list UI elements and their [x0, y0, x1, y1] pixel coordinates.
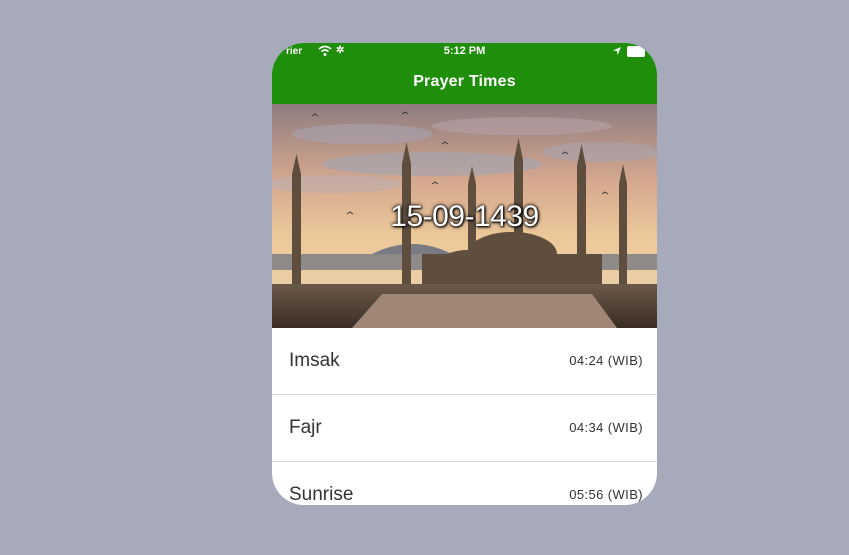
phone-screen: rier ✲ 5:12 PM Prayer Times 15-09-1439 I… [272, 43, 657, 505]
list-item[interactable]: Fajr 04:34 (WIB) [272, 395, 657, 462]
hijri-date: 15-09-1439 [390, 200, 539, 233]
status-time: 5:12 PM [443, 45, 486, 57]
page-title: Prayer Times [413, 73, 516, 90]
prayer-times-list[interactable]: Imsak 04:24 (WIB) Fajr 04:34 (WIB) Sunri… [272, 328, 657, 505]
prayer-time: 05:56 (WIB) [569, 487, 643, 502]
list-item[interactable]: Imsak 04:24 (WIB) [272, 328, 657, 395]
status-bar: rier ✲ 5:12 PM [272, 43, 657, 61]
prayer-time: 04:24 (WIB) [569, 353, 643, 368]
prayer-name: Imsak [289, 350, 340, 371]
mosque-hero-image: 15-09-1439 [272, 104, 657, 328]
prayer-time: 04:34 (WIB) [569, 420, 643, 435]
prayer-name: Fajr [289, 417, 322, 438]
location-arrow-icon [613, 47, 621, 55]
list-item[interactable]: Sunrise 05:56 (WIB) [272, 462, 657, 505]
battery-icon [627, 46, 645, 57]
prayer-name: Sunrise [289, 484, 354, 505]
app-header: rier ✲ 5:12 PM Prayer Times [272, 43, 657, 104]
